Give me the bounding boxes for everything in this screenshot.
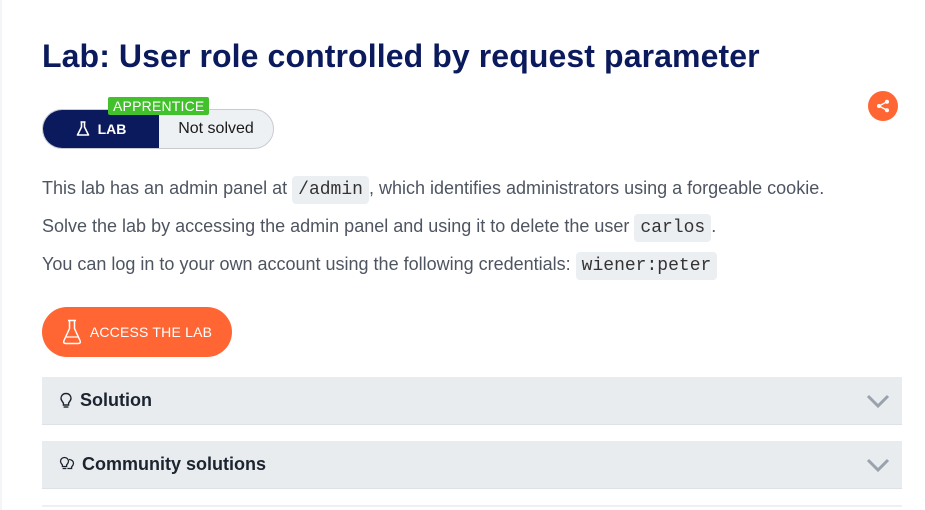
solve-status: Not solved	[178, 120, 254, 137]
chevron-down-icon	[866, 394, 890, 409]
lab-badge: LAB	[43, 110, 159, 148]
text: , which identifies administrators using …	[368, 178, 825, 198]
description-line-3: You can log in to your own account using…	[42, 249, 718, 281]
code-credentials: wiener:peter	[575, 252, 718, 280]
left-border	[0, 0, 2, 510]
lab-status-badge: LAB Not solved	[42, 109, 274, 149]
description-line-2: Solve the lab by accessing the admin pan…	[42, 211, 716, 243]
flask-icon	[62, 319, 81, 345]
text: Solve the lab by accessing the admin pan…	[42, 216, 635, 236]
share-button[interactable]	[868, 91, 898, 121]
community-solutions-label: Community solutions	[82, 454, 266, 474]
text: .	[711, 216, 717, 236]
lightbulb-icon	[60, 392, 72, 408]
text: You can log in to your own account using…	[42, 254, 576, 274]
description-line-1: This lab has an admin panel at /admin, w…	[42, 173, 824, 205]
share-icon	[877, 99, 889, 113]
chevron-down-icon	[866, 458, 890, 473]
flask-icon	[76, 121, 89, 136]
access-lab-button[interactable]: ACCESS THE LAB	[42, 307, 232, 357]
access-lab-label: ACCESS THE LAB	[89, 324, 213, 340]
level-tag: APPRENTICE	[108, 97, 210, 115]
lab-label: LAB	[97, 121, 127, 137]
community-solutions-accordion[interactable]: Community solutions	[42, 441, 902, 489]
solution-label: Solution	[80, 390, 152, 410]
page-title: Lab: User role controlled by request par…	[42, 38, 760, 74]
code-admin-path: /admin	[292, 176, 369, 204]
text: This lab has an admin panel at	[42, 178, 293, 198]
divider	[42, 505, 902, 507]
two-lightbulbs-icon	[59, 456, 75, 469]
solution-accordion[interactable]: Solution	[42, 377, 902, 425]
code-username: carlos	[634, 214, 712, 242]
